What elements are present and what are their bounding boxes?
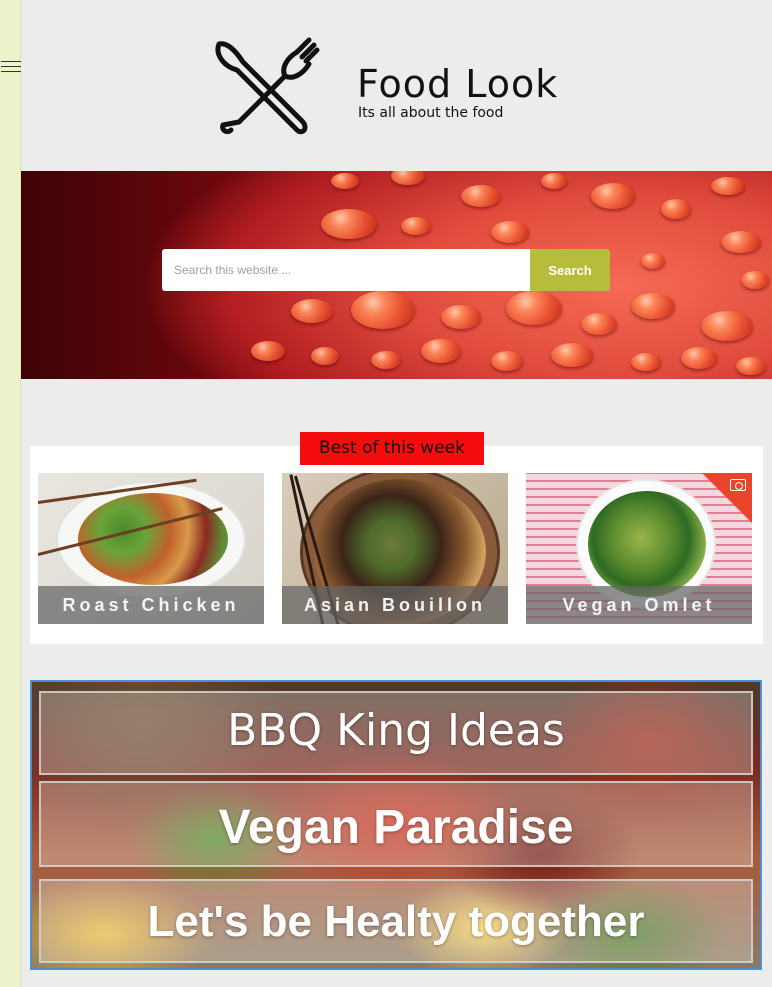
water-drop bbox=[631, 353, 661, 371]
hamburger-menu-icon[interactable] bbox=[1, 61, 21, 75]
water-drop bbox=[371, 351, 401, 369]
card-caption: Vegan Omlet bbox=[526, 586, 752, 624]
water-drop bbox=[641, 253, 665, 269]
water-drop bbox=[351, 291, 415, 329]
fork-knife-logo-icon[interactable] bbox=[213, 32, 321, 136]
water-drop bbox=[551, 343, 593, 367]
water-drop bbox=[506, 291, 562, 325]
recipe-card-asian-bouillon[interactable]: Asian Bouillon bbox=[282, 473, 508, 624]
water-drop bbox=[741, 271, 769, 289]
water-drop bbox=[321, 209, 377, 239]
banner-label: Vegan Paradise bbox=[218, 800, 574, 854]
menu-line bbox=[1, 61, 21, 62]
card-caption: Asian Bouillon bbox=[282, 586, 508, 624]
banner-vegan-paradise[interactable]: Vegan Paradise bbox=[39, 781, 753, 867]
water-drop bbox=[331, 173, 359, 189]
water-drop bbox=[681, 347, 717, 369]
site-title[interactable]: Food Look bbox=[357, 62, 558, 106]
search-button[interactable]: Search bbox=[530, 249, 610, 291]
water-drop bbox=[711, 177, 745, 195]
recipe-card-roast-chicken[interactable]: Roast Chicken bbox=[38, 473, 264, 624]
banner-healthy-together[interactable]: Let's be Healty together bbox=[39, 879, 753, 963]
banner-label: Let's be Healty together bbox=[147, 897, 645, 946]
recipe-card-vegan-omlet[interactable]: Vegan Omlet bbox=[526, 473, 752, 624]
water-drop bbox=[661, 199, 691, 219]
water-drop bbox=[591, 183, 635, 209]
camera-icon bbox=[730, 479, 746, 491]
water-drop bbox=[421, 339, 461, 363]
water-drop bbox=[401, 217, 431, 235]
water-drop bbox=[736, 357, 766, 375]
search-input[interactable] bbox=[162, 249, 530, 291]
water-drop bbox=[391, 171, 425, 185]
left-sidebar-strip bbox=[0, 0, 21, 987]
menu-line bbox=[1, 66, 21, 67]
banner-bbq-king-ideas[interactable]: BBQ King Ideas bbox=[39, 691, 753, 775]
water-drop bbox=[581, 313, 617, 335]
site-header: Food Look Its all about the food bbox=[21, 0, 772, 171]
search-form: Search bbox=[162, 249, 610, 291]
water-drop bbox=[311, 347, 339, 365]
card-caption: Roast Chicken bbox=[38, 586, 264, 624]
water-drop bbox=[461, 185, 501, 207]
category-banners: BBQ King Ideas Vegan Paradise Let's be H… bbox=[30, 680, 762, 970]
water-drop bbox=[291, 299, 333, 323]
banner-label: BBQ King Ideas bbox=[227, 704, 565, 756]
water-drop bbox=[491, 351, 523, 371]
water-drop bbox=[491, 221, 529, 243]
water-drop bbox=[721, 231, 761, 253]
site-tagline: Its all about the food bbox=[358, 105, 504, 121]
water-drop bbox=[701, 311, 753, 341]
best-of-week-heading: Best of this week bbox=[300, 432, 484, 465]
hero-banner: Search bbox=[21, 171, 772, 379]
water-drop bbox=[541, 173, 567, 189]
water-drop bbox=[631, 293, 675, 319]
menu-line bbox=[1, 71, 21, 72]
water-drop bbox=[441, 305, 481, 329]
water-drop bbox=[251, 341, 285, 361]
